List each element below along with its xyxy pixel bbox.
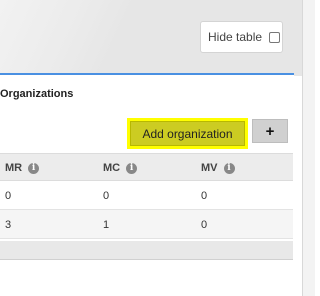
info-icon[interactable]: i xyxy=(126,162,138,174)
column-header-label: MC xyxy=(103,162,121,174)
table-footer xyxy=(0,241,293,260)
info-icon[interactable]: i xyxy=(28,162,40,174)
hide-table-toggle[interactable]: Hide table xyxy=(200,21,283,53)
column-header-label: MR xyxy=(5,162,23,174)
column-header-label: MV xyxy=(201,162,218,174)
hide-table-checkbox[interactable] xyxy=(269,31,281,43)
plus-button[interactable]: + xyxy=(252,119,288,143)
cell-mv: 0 xyxy=(201,218,208,231)
organizations-table: MR i MC i MV i 0 0 0 3 1 0 xyxy=(0,153,293,239)
cell-mr: 0 xyxy=(5,189,12,202)
column-header-mr[interactable]: MR i xyxy=(5,154,40,182)
cell-mc: 0 xyxy=(103,189,110,202)
table-header: MR i MC i MV i xyxy=(0,153,293,181)
top-band-fade xyxy=(0,0,160,76)
cell-mr: 3 xyxy=(5,218,12,231)
info-icon[interactable]: i xyxy=(223,162,235,174)
add-organization-button[interactable]: Add organization xyxy=(130,121,245,146)
right-strip xyxy=(303,0,315,296)
table-row[interactable]: 3 1 0 xyxy=(0,210,293,239)
column-header-mv[interactable]: MV i xyxy=(201,154,235,182)
hide-table-label: Hide table xyxy=(208,30,263,44)
table-row[interactable]: 0 0 0 xyxy=(0,181,293,210)
cell-mc: 1 xyxy=(103,218,110,231)
column-header-mc[interactable]: MC i xyxy=(103,154,138,182)
add-organization-highlight: Add organization xyxy=(127,118,248,149)
panel-title: Organizations xyxy=(0,88,74,100)
cell-mv: 0 xyxy=(201,189,208,202)
